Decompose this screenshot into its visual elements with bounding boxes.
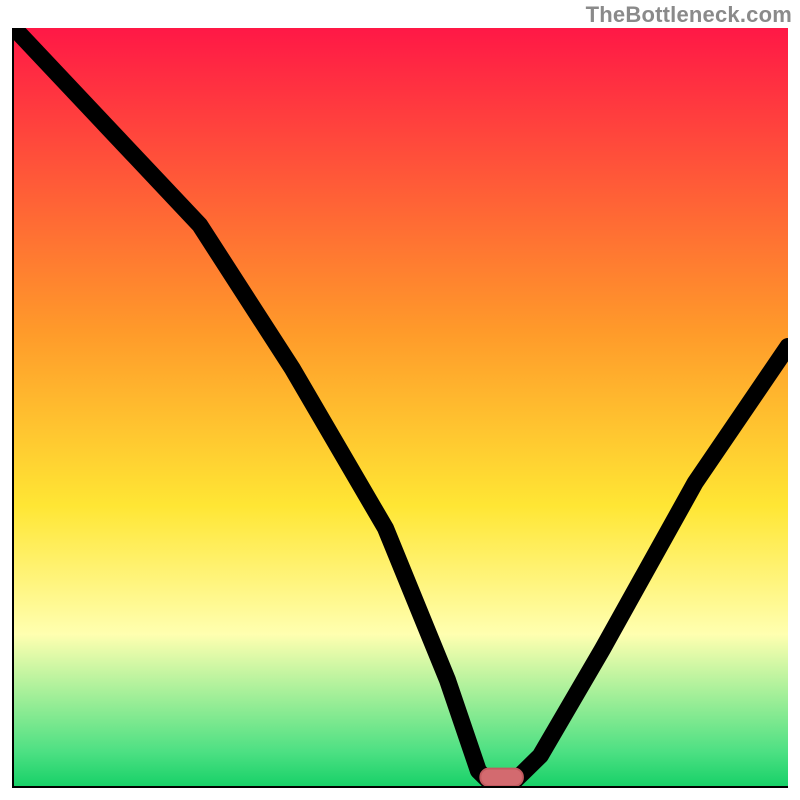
- watermark-text: TheBottleneck.com: [586, 2, 792, 28]
- optimal-marker: [14, 28, 788, 786]
- chart-stage: TheBottleneck.com: [0, 0, 800, 800]
- plot-area: [14, 28, 788, 786]
- plot-frame: [12, 28, 788, 788]
